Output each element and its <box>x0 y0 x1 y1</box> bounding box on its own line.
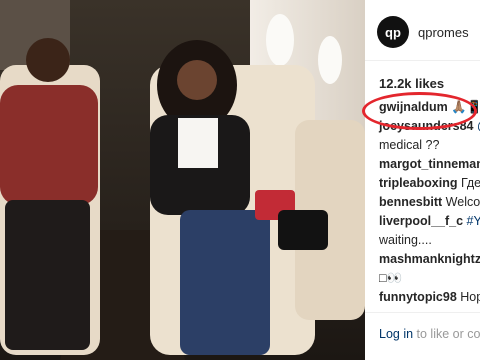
post-sidebar: qp qpromes 12.2k likes gwijnaldum 🙏🏽📱 jo… <box>365 0 480 360</box>
login-prompt: Log in to like or com <box>379 327 480 341</box>
comment-row: funnytopic98 Hope <box>379 288 480 307</box>
comment-row: bennesbitt Welcom <box>379 193 480 212</box>
header-divider <box>365 60 480 61</box>
comment-row: medical ?? <box>379 136 480 155</box>
footer-divider <box>365 312 480 313</box>
comment-user[interactable]: mashmanknightz <box>379 252 480 266</box>
comment-row: liverpool__f_c #YN <box>379 212 480 231</box>
comment-user[interactable]: margot_tinnemans <box>379 157 480 171</box>
likes-count[interactable]: 12.2k likes <box>379 76 444 91</box>
comment-text: Hope <box>460 290 480 304</box>
comment-row: margot_tinnemans <box>379 155 480 174</box>
comment-user[interactable]: tripleaboxing <box>379 176 457 190</box>
comment-user[interactable]: liverpool__f_c <box>379 214 463 228</box>
comment-text: □👀 <box>379 271 403 285</box>
comment-text: medical ?? <box>379 138 440 152</box>
comment-row: waiting.... <box>379 231 480 250</box>
comment-row: tripleaboxing Где Д <box>379 174 480 193</box>
highlight-circle <box>362 92 477 130</box>
comment-text: Welcom <box>445 195 480 209</box>
jet-cabin-photo <box>0 0 365 360</box>
comment-text: Где Д <box>460 176 480 190</box>
avatar[interactable]: qp <box>377 16 409 48</box>
comment-text: waiting.... <box>379 233 432 247</box>
comment-hashtag[interactable]: #YN <box>463 214 480 228</box>
comment-user[interactable]: bennesbitt <box>379 195 442 209</box>
comment-row: □👀 <box>379 269 480 288</box>
login-link[interactable]: Log in <box>379 327 413 341</box>
comment-mention[interactable]: @ <box>474 119 480 133</box>
comment-row: mashmanknightz @ <box>379 250 480 269</box>
post-header: qp qpromes <box>377 14 480 50</box>
login-prompt-text: to like or com <box>416 327 480 341</box>
post-photo[interactable] <box>0 0 365 360</box>
username-link[interactable]: qpromes <box>418 25 469 40</box>
comment-user[interactable]: funnytopic98 <box>379 290 457 304</box>
